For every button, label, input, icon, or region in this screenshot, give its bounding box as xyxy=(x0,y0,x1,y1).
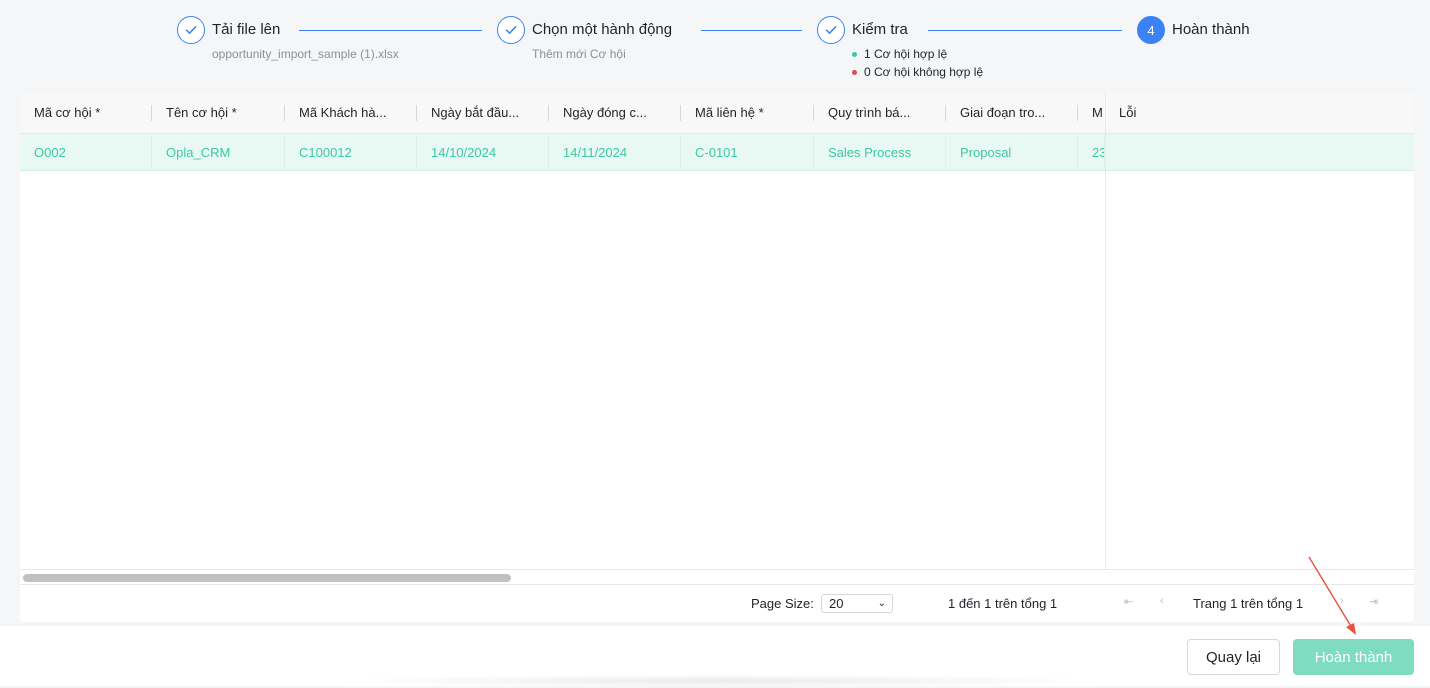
import-wizard: Tải file lên opportunity_import_sample (… xyxy=(0,0,1430,626)
page-size-label: Page Size: xyxy=(751,596,814,611)
cell-customer-code: C100012 xyxy=(285,134,417,171)
invalid-count-text: 0 Cơ hội không hợp lệ xyxy=(864,65,984,79)
column-header[interactable]: Mã liên hệ * xyxy=(681,92,813,134)
wizard-footer: Quay lại Hoàn thành xyxy=(0,626,1430,688)
cell-stage: Proposal xyxy=(946,134,1078,171)
step-title: Tải file lên xyxy=(212,21,281,38)
import-stepper: Tải file lên opportunity_import_sample (… xyxy=(0,0,1430,92)
step-title: Hoàn thành xyxy=(1172,21,1250,38)
step-title: Chọn một hành động xyxy=(532,21,673,38)
cell-contact-code: C-0101 xyxy=(681,134,814,171)
column-header[interactable]: Ngày bắt đầu... xyxy=(417,92,549,134)
page-info: Trang 1 trên tổng 1 xyxy=(1193,596,1304,611)
last-page-icon[interactable]: ⇥ xyxy=(1369,595,1378,608)
step-subtitle: Thêm mới Cơ hội xyxy=(532,47,626,61)
cell-sales-process: Sales Process xyxy=(814,134,946,171)
scrollbar-thumb[interactable] xyxy=(23,574,511,582)
cell-close-date: 14/11/2024 xyxy=(549,134,681,171)
column-header[interactable]: Mã Khách hà... xyxy=(285,92,417,134)
chevron-down-icon: ⌄ xyxy=(877,598,886,609)
column-header[interactable]: Mã cơ hội * xyxy=(20,92,152,134)
page-size-value: 20 xyxy=(829,596,844,611)
check-icon xyxy=(497,16,525,44)
cell-errors xyxy=(1105,134,1414,171)
record-range: 1 đến 1 trên tổng 1 xyxy=(948,596,1058,611)
page-size-select[interactable]: 20 ⌄ xyxy=(821,594,893,613)
column-header[interactable]: Quy trình bá... xyxy=(814,92,946,134)
pinned-column-divider xyxy=(1105,92,1106,584)
valid-count: 1 Cơ hội hợp lệ xyxy=(852,47,947,61)
column-header[interactable]: M xyxy=(1078,92,1105,134)
success-dot-icon xyxy=(852,51,857,57)
check-icon xyxy=(177,16,205,44)
error-dot-icon xyxy=(852,69,857,75)
check-icon xyxy=(817,16,845,44)
cell-opportunity-name: Opla_CRM xyxy=(152,134,285,171)
previous-page-icon[interactable]: ‹ xyxy=(1160,595,1164,607)
table-header: Mã cơ hội * Tên cơ hội * Mã Khách hà... … xyxy=(20,92,1414,134)
cell-start-date: 14/10/2024 xyxy=(417,134,549,171)
finish-button[interactable]: Hoàn thành xyxy=(1293,639,1414,675)
step-subtitle: opportunity_import_sample (1).xlsx xyxy=(212,47,399,61)
column-header[interactable]: Ngày đóng c... xyxy=(549,92,681,134)
step-title: Kiểm tra xyxy=(852,21,908,38)
cell-truncated: 23 xyxy=(1078,134,1105,171)
invalid-count: 0 Cơ hội không hợp lệ xyxy=(852,65,983,79)
step-connector xyxy=(299,30,482,31)
pagination-bar: Page Size: 20 ⌄ 1 đến 1 trên tổng 1 ⇤ ‹ … xyxy=(20,585,1414,622)
table-row[interactable]: O002 Opla_CRM C100012 14/10/2024 14/11/2… xyxy=(20,134,1414,171)
import-preview-table: Mã cơ hội * Tên cơ hội * Mã Khách hà... … xyxy=(20,92,1414,622)
horizontal-scrollbar[interactable] xyxy=(20,569,1414,585)
back-button[interactable]: Quay lại xyxy=(1187,639,1280,675)
first-page-icon[interactable]: ⇤ xyxy=(1124,595,1133,608)
step-connector xyxy=(928,30,1122,31)
step-number-badge: 4 xyxy=(1137,16,1165,44)
step-connector xyxy=(701,30,802,31)
valid-count-text: 1 Cơ hội hợp lệ xyxy=(864,47,948,61)
cell-opportunity-code: O002 xyxy=(20,134,152,171)
column-header[interactable]: Tên cơ hội * xyxy=(152,92,284,134)
column-header-errors[interactable]: Lỗi xyxy=(1105,92,1305,134)
next-page-icon[interactable]: › xyxy=(1340,595,1344,607)
column-header[interactable]: Giai đoạn tro... xyxy=(946,92,1078,134)
